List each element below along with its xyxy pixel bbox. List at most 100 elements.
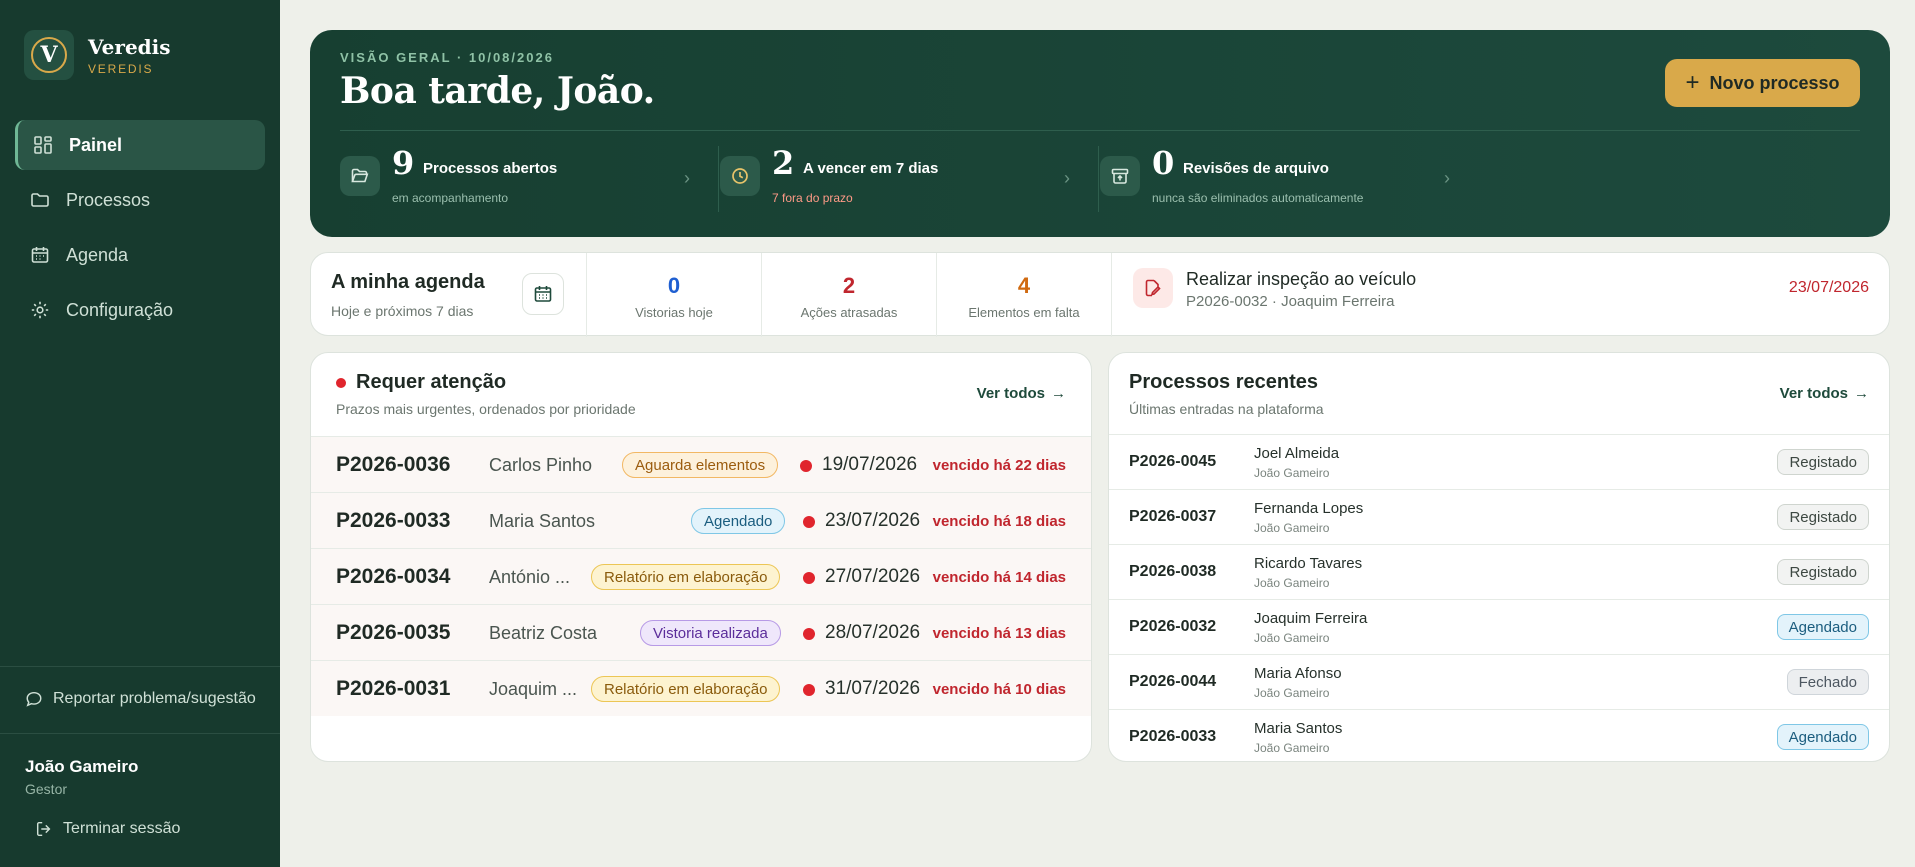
recent-row[interactable]: P2026-0033 Maria Santos João Gameiro Age… bbox=[1109, 709, 1889, 761]
overdue-dot-icon bbox=[803, 628, 815, 640]
status-badge: Agendado bbox=[1776, 724, 1869, 750]
report-problem-link[interactable]: Reportar problema/sugestão bbox=[25, 690, 256, 708]
stat-label: Revisões de arquivo bbox=[1183, 160, 1329, 177]
logo-letter: V bbox=[31, 37, 67, 73]
attention-row[interactable]: P2026-0036 Carlos Pinho Aguarda elemento… bbox=[311, 436, 1091, 492]
owner-name: João Gameiro bbox=[1254, 466, 1330, 480]
main-nav: Painel Processos Agenda Configuração bbox=[15, 120, 265, 340]
attention-row[interactable]: P2026-0033 Maria Santos Agendado 23/07/2… bbox=[311, 492, 1091, 548]
recent-row[interactable]: P2026-0037 Fernanda Lopes João Gameiro R… bbox=[1109, 489, 1889, 544]
report-label: Reportar problema/sugestão bbox=[53, 690, 256, 707]
recent-see-all-link[interactable]: Ver todos → bbox=[1780, 385, 1869, 402]
recent-title: Processos recentes bbox=[1129, 371, 1319, 393]
status-badge: Aguarda elementos bbox=[622, 452, 779, 478]
recent-row[interactable]: P2026-0038 Ricardo Tavares João Gameiro … bbox=[1109, 544, 1889, 599]
process-id: P2026-0036 bbox=[336, 453, 451, 476]
metric-value: 0 bbox=[667, 273, 681, 298]
sidebar: V Veredis VEREDIS Painel Processos Agend… bbox=[0, 0, 280, 867]
my-agenda: A minha agenda Hoje e próximos 7 dias 0 … bbox=[310, 252, 1890, 337]
attention-subtitle: Prazos mais urgentes, ordenados por prio… bbox=[336, 401, 636, 417]
client-name: Fernanda Lopes bbox=[1254, 500, 1364, 517]
nav-item-painel[interactable]: Painel bbox=[15, 120, 265, 170]
stat-due-soon[interactable]: 2 A vencer em 7 dias 7 fora do prazo › bbox=[720, 144, 1100, 220]
client-name: Carlos Pinho bbox=[489, 455, 593, 475]
overdue-text: vencido há 13 dias bbox=[932, 625, 1066, 642]
client-name: Ricardo Tavares bbox=[1254, 555, 1363, 572]
gear-icon bbox=[31, 301, 49, 319]
logout-button[interactable]: Terminar sessão bbox=[35, 820, 180, 838]
attention-row[interactable]: P2026-0034 António ... Relatório em elab… bbox=[311, 548, 1091, 604]
attention-row[interactable]: P2026-0035 Beatriz Costa Vistoria realiz… bbox=[311, 604, 1091, 660]
due-date: 19/07/2026 bbox=[822, 454, 918, 475]
status-badge: Registado bbox=[1777, 504, 1869, 530]
user-role: Gestor bbox=[25, 781, 68, 797]
owner-name: João Gameiro bbox=[1254, 686, 1330, 700]
chevron-right-icon: › bbox=[1444, 168, 1450, 188]
nav-label: Agenda bbox=[66, 244, 129, 265]
brand-subtitle: VEREDIS bbox=[88, 61, 154, 76]
recent-row[interactable]: P2026-0044 Maria Afonso João Gameiro Fec… bbox=[1109, 654, 1889, 709]
nav-item-processos[interactable]: Processos bbox=[15, 175, 265, 225]
status-badge: Registado bbox=[1777, 449, 1869, 475]
metric-label: Ações atrasadas bbox=[800, 305, 898, 320]
see-all-label: Ver todos bbox=[1779, 385, 1848, 402]
client-name: Beatriz Costa bbox=[489, 623, 598, 643]
overdue-dot-icon bbox=[803, 572, 815, 584]
client-name: Joaquim ... bbox=[489, 679, 578, 699]
status-badge: Relatório em elaboração bbox=[591, 676, 781, 702]
client-name: António ... bbox=[489, 567, 571, 587]
stat-label: A vencer em 7 dias bbox=[803, 160, 939, 177]
client-name: Maria Santos bbox=[489, 511, 596, 531]
metric-overdue-actions[interactable]: 2 Ações atrasadas bbox=[762, 253, 936, 337]
overview-hero: VISÃO GERAL · 10/08/2026 Boa tarde, João… bbox=[310, 30, 1890, 237]
overdue-text: vencido há 14 dias bbox=[932, 569, 1066, 586]
archive-icon bbox=[1100, 156, 1140, 196]
process-id: P2026-0037 bbox=[1129, 508, 1217, 525]
stat-label: Processos abertos bbox=[423, 160, 558, 177]
sidebar-divider bbox=[0, 666, 280, 667]
attention-row[interactable]: P2026-0031 Joaquim ... Relatório em elab… bbox=[311, 660, 1091, 716]
see-all-label: Ver todos bbox=[976, 385, 1045, 402]
calendar-button[interactable] bbox=[522, 273, 564, 315]
stat-number: 9 bbox=[392, 144, 415, 182]
agenda-subtitle: Hoje e próximos 7 dias bbox=[331, 303, 474, 319]
stat-open-processes[interactable]: 9 Processos abertos em acompanhamento › bbox=[340, 144, 720, 220]
nav-item-agenda[interactable]: Agenda bbox=[15, 230, 265, 280]
status-badge: Relatório em elaboração bbox=[591, 564, 781, 590]
process-id: P2026-0038 bbox=[1129, 563, 1217, 580]
process-id: P2026-0034 bbox=[336, 565, 451, 588]
client-name: Joel Almeida bbox=[1254, 445, 1340, 462]
process-id: P2026-0035 bbox=[336, 621, 451, 644]
arrow-right-icon: → bbox=[1854, 385, 1869, 402]
attention-title: Requer atenção bbox=[356, 371, 507, 393]
brand[interactable]: V Veredis VEREDIS bbox=[24, 30, 171, 80]
due-date: 23/07/2026 bbox=[825, 510, 921, 531]
greeting-title: Boa tarde, João. bbox=[340, 70, 655, 112]
stat-number: 2 bbox=[772, 144, 795, 182]
task-title[interactable]: Realizar inspeção ao veículo bbox=[1186, 269, 1416, 290]
metric-inspections-today[interactable]: 0 Vistorias hoje bbox=[587, 253, 761, 337]
stat-archive-reviews[interactable]: 0 Revisões de arquivo nunca são eliminad… bbox=[1100, 144, 1480, 220]
client-name: Maria Santos bbox=[1254, 720, 1343, 737]
nav-item-configuracao[interactable]: Configuração bbox=[15, 285, 265, 335]
grid-icon bbox=[34, 136, 52, 154]
attention-see-all-link[interactable]: Ver todos → bbox=[977, 385, 1066, 402]
metric-value: 4 bbox=[1017, 273, 1031, 298]
nav-label: Configuração bbox=[66, 299, 174, 320]
process-id: P2026-0031 bbox=[336, 677, 451, 700]
new-process-button[interactable]: + Novo processo bbox=[1665, 59, 1860, 107]
metric-label: Vistorias hoje bbox=[635, 305, 713, 320]
owner-name: João Gameiro bbox=[1254, 576, 1330, 590]
nav-label: Processos bbox=[66, 189, 151, 210]
arrow-right-icon: → bbox=[1051, 385, 1066, 402]
recent-row[interactable]: P2026-0045 Joel Almeida João Gameiro Reg… bbox=[1109, 434, 1889, 489]
overdue-text: vencido há 22 dias bbox=[932, 457, 1066, 474]
calendar-icon bbox=[31, 247, 49, 263]
process-id: P2026-0032 bbox=[1129, 618, 1217, 635]
client-name: Maria Afonso bbox=[1254, 665, 1342, 682]
logout-icon bbox=[36, 821, 51, 837]
due-date: 31/07/2026 bbox=[825, 678, 921, 699]
process-id: P2026-0033 bbox=[1129, 728, 1217, 745]
recent-row[interactable]: P2026-0032 Joaquim Ferreira João Gameiro… bbox=[1109, 599, 1889, 654]
metric-missing-elements[interactable]: 4 Elementos em falta bbox=[937, 253, 1111, 337]
